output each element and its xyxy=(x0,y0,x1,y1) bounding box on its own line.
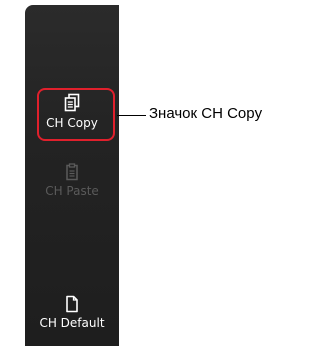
ch-default-button[interactable]: CH Default xyxy=(25,295,119,330)
channel-sidebar-panel: CH Copy CH Paste CH Default xyxy=(25,5,119,346)
document-icon xyxy=(66,295,78,313)
paste-icon xyxy=(66,163,78,181)
ch-default-label: CH Default xyxy=(39,316,105,330)
copy-icon xyxy=(64,93,80,112)
ch-paste-label: CH Paste xyxy=(45,184,99,198)
callout-leader-line xyxy=(117,115,146,116)
callout-label: Значок CH Copy xyxy=(149,105,263,122)
ch-copy-button[interactable]: CH Copy xyxy=(25,93,119,130)
ch-paste-button[interactable]: CH Paste xyxy=(25,163,119,198)
ch-copy-label: CH Copy xyxy=(46,116,98,130)
stage: CH Copy CH Paste CH Default Значок CH Co… xyxy=(0,0,321,351)
